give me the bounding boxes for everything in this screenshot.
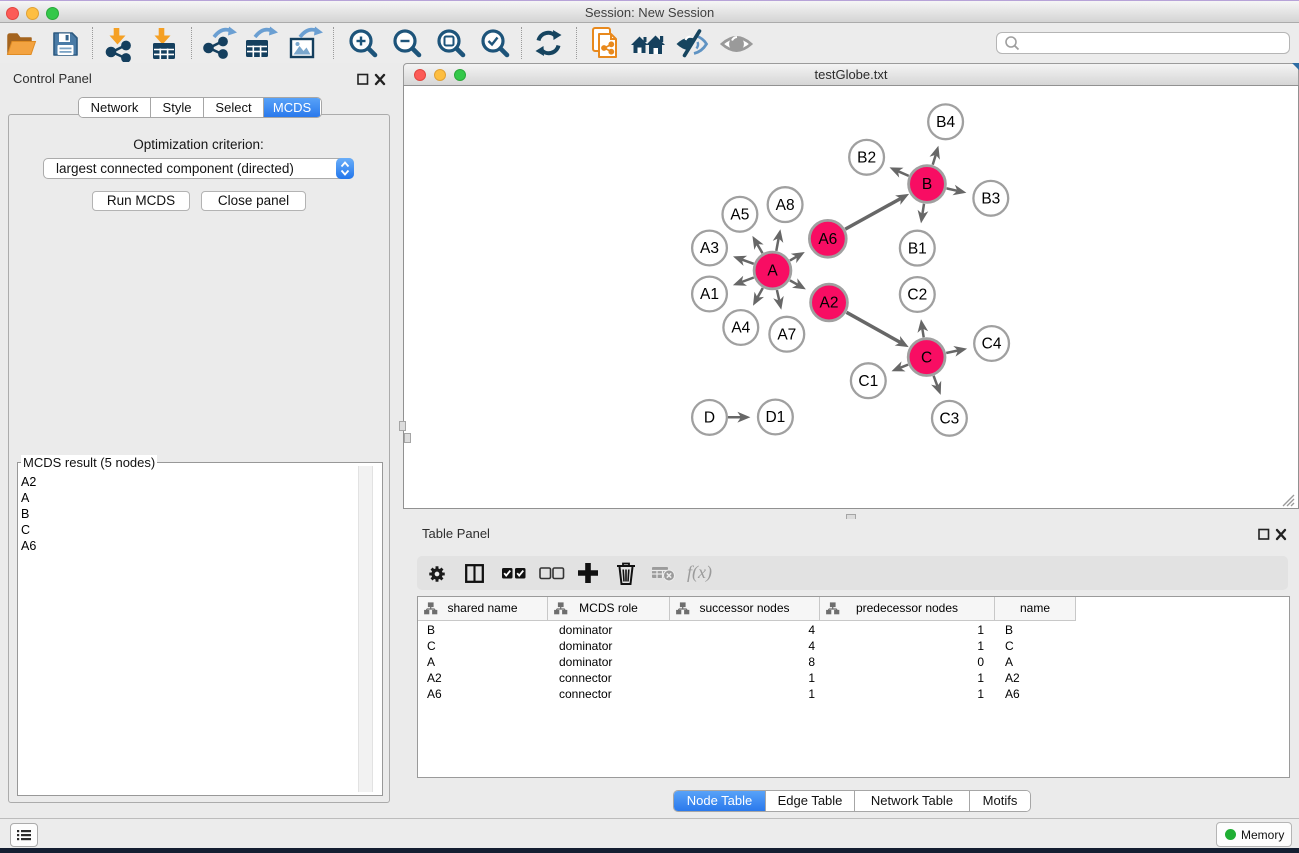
svg-text:C1: C1: [858, 373, 878, 390]
svg-text:A4: A4: [731, 320, 750, 337]
svg-text:A2: A2: [820, 295, 839, 312]
svg-text:C: C: [921, 349, 932, 366]
svg-text:C2: C2: [907, 287, 927, 304]
svg-text:D1: D1: [765, 409, 785, 426]
svg-text:B: B: [922, 176, 932, 193]
svg-text:C4: C4: [982, 336, 1002, 353]
svg-text:A6: A6: [818, 231, 837, 248]
svg-text:A5: A5: [730, 207, 749, 224]
svg-text:B3: B3: [981, 191, 1000, 208]
svg-text:B2: B2: [857, 150, 876, 167]
svg-text:A8: A8: [776, 197, 795, 214]
svg-text:B1: B1: [908, 240, 927, 257]
svg-text:A3: A3: [700, 240, 719, 257]
svg-text:D: D: [704, 410, 715, 427]
svg-text:A1: A1: [700, 286, 719, 303]
svg-text:C3: C3: [939, 411, 959, 428]
svg-text:B4: B4: [936, 114, 955, 131]
svg-text:A7: A7: [777, 326, 796, 343]
svg-text:A: A: [767, 263, 778, 280]
